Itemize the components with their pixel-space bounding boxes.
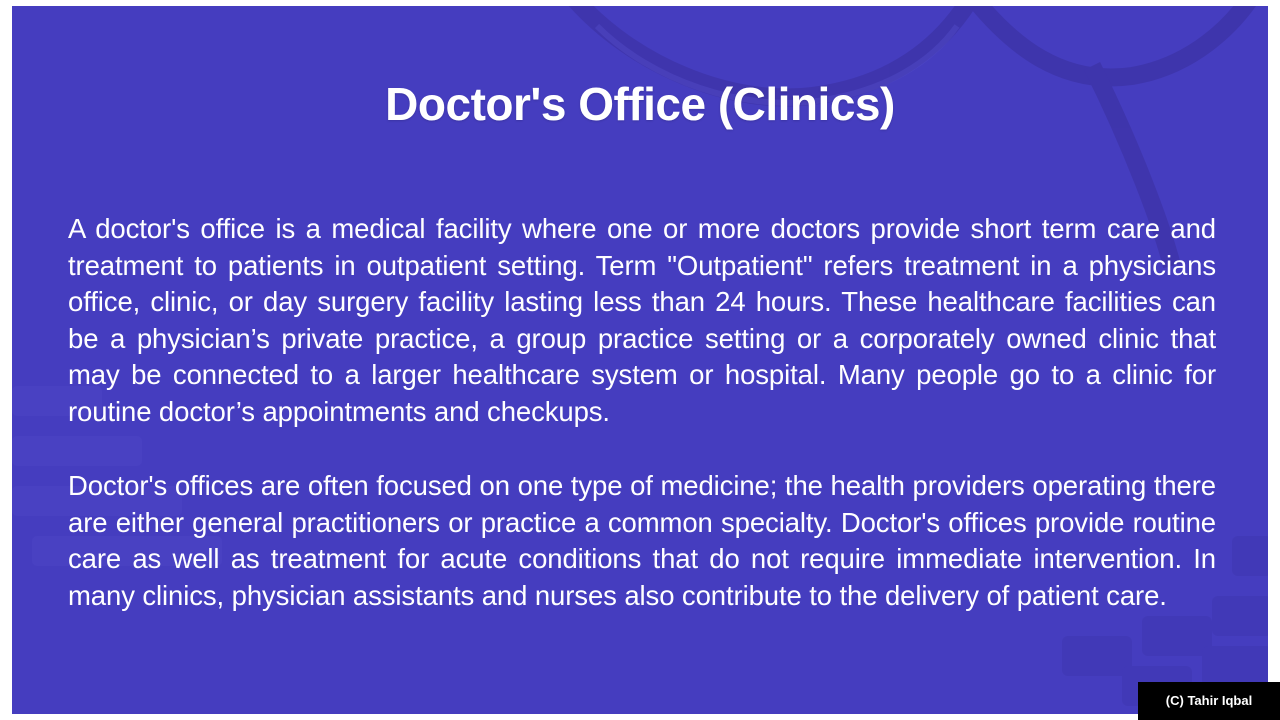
slide: Doctor's Office (Clinics) A doctor's off… bbox=[12, 6, 1268, 714]
paragraph-definition: A doctor's office is a medical facility … bbox=[68, 213, 1216, 427]
paragraph-focus: Doctor's offices are often focused on on… bbox=[68, 470, 1216, 611]
slide-title: Doctor's Office (Clinics) bbox=[385, 78, 895, 130]
copyright-watermark: (C) Tahir Iqbal bbox=[1138, 682, 1280, 720]
